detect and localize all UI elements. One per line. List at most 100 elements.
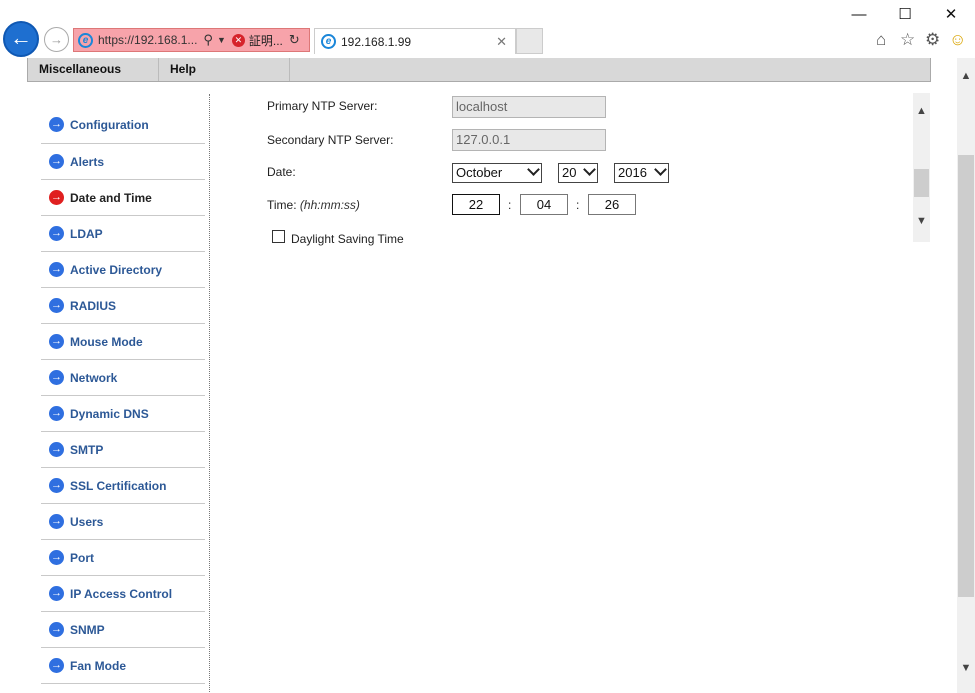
year-value: 2016 (618, 165, 647, 180)
sidebar-item-label: SNMP (70, 622, 105, 637)
arrow-right-icon: → (49, 406, 64, 421)
sidebar-divider (209, 94, 210, 693)
favorites-star-icon[interactable]: ☆ (900, 30, 915, 50)
sidebar-item-port[interactable]: → Port (41, 540, 205, 576)
settings-gear-icon[interactable]: ⚙ (925, 30, 940, 50)
search-icon[interactable]: ⚲ (203, 32, 213, 48)
chevron-down-icon (583, 163, 596, 176)
month-value: October (456, 165, 503, 180)
page-scroll-down-icon[interactable]: ▼ (959, 662, 973, 674)
time-format-hint: (hh:mm:ss) (299, 198, 360, 212)
sidebar-item-active-directory[interactable]: → Active Directory (41, 252, 205, 288)
tab-close-icon[interactable]: ✕ (496, 34, 507, 50)
primary-ntp-field[interactable]: localhost (452, 96, 606, 118)
tab-title: 192.168.1.99 (341, 34, 412, 49)
maximize-button[interactable]: ☐ (882, 4, 928, 26)
sidebar-item-dynamic-dns[interactable]: → Dynamic DNS (41, 396, 205, 432)
sidebar-item-fan-mode[interactable]: → Fan Mode (41, 648, 205, 684)
refresh-icon[interactable]: ↻ (289, 32, 300, 48)
sidebar-item-label: Fan Mode (70, 658, 126, 673)
arrow-right-icon: → (49, 262, 64, 277)
close-window-button[interactable]: ✕ (928, 4, 974, 26)
page-scroll-up-icon[interactable]: ▲ (959, 70, 973, 82)
ie-tab-icon: e (321, 34, 336, 49)
secondary-ntp-field[interactable]: 127.0.0.1 (452, 129, 606, 151)
sidebar-item-label: Port (70, 550, 94, 565)
sidebar-item-mouse-mode[interactable]: → Mouse Mode (41, 324, 205, 360)
second-input[interactable]: 26 (588, 194, 636, 215)
forward-button[interactable]: → (44, 27, 69, 52)
dst-label[interactable]: Daylight Saving Time (291, 232, 404, 246)
time-label: Time: (267, 198, 297, 212)
sidebar-item-label: RADIUS (70, 298, 117, 313)
content-scrollbar[interactable]: ▲ ▼ (913, 93, 930, 242)
smiley-feedback-icon[interactable]: ☺ (949, 30, 966, 50)
forward-arrow-icon: → (50, 32, 63, 47)
sidebar-item-network[interactable]: → Network (41, 360, 205, 396)
certificate-error-icon[interactable]: ✕ (231, 33, 245, 47)
sidebar-item-ldap[interactable]: → LDAP (41, 216, 205, 252)
sidebar-item-label: IP Access Control (70, 586, 173, 601)
primary-ntp-label: Primary NTP Server: (267, 99, 378, 113)
arrow-right-icon: → (49, 550, 64, 565)
sidebar-item-configuration[interactable]: → Configuration (41, 102, 205, 144)
dst-checkbox[interactable] (272, 230, 285, 243)
sidebar-item-ip-access-control[interactable]: → IP Access Control (41, 576, 205, 612)
scroll-up-icon[interactable]: ▲ (915, 105, 928, 117)
sidebar-item-label: Date and Time (70, 190, 152, 205)
page-viewport: Miscellaneous Help → Configuration → Alerts… (0, 58, 957, 693)
arrow-right-icon: → (49, 586, 64, 601)
sidebar-item-smtp[interactable]: → SMTP (41, 432, 205, 468)
arrow-right-icon: → (49, 622, 64, 637)
arrow-right-icon: → (49, 298, 64, 313)
minute-input[interactable]: 04 (520, 194, 568, 215)
menu-miscellaneous[interactable]: Miscellaneous (28, 58, 159, 81)
settings-sidebar: → Configuration → Alerts → Date and Time → LDAP… (41, 102, 205, 684)
sidebar-item-label: SMTP (70, 442, 104, 457)
arrow-right-icon: → (49, 370, 64, 385)
arrow-right-icon: → (49, 478, 64, 493)
new-tab-button[interactable] (516, 28, 543, 54)
sidebar-item-label: Users (70, 514, 104, 529)
arrow-right-icon: → (49, 442, 64, 457)
sidebar-item-users[interactable]: → Users (41, 504, 205, 540)
minimize-button[interactable]: — (836, 4, 882, 26)
sidebar-item-label: Configuration (70, 117, 149, 132)
sidebar-item-label: Dynamic DNS (70, 406, 149, 421)
arrow-right-icon: → (49, 154, 64, 169)
sidebar-item-label: Active Directory (70, 262, 163, 277)
content-scrollbar-thumb[interactable] (914, 169, 929, 197)
dropdown-icon[interactable]: ▼ (217, 35, 226, 45)
sidebar-item-radius[interactable]: → RADIUS (41, 288, 205, 324)
chevron-down-icon (654, 163, 667, 176)
time-label-row: Time: (hh:mm:ss) (267, 198, 360, 212)
time-colon-2: : (576, 198, 580, 212)
page-scrollbar-thumb[interactable] (958, 155, 974, 597)
home-icon[interactable]: ⌂ (876, 30, 886, 50)
arrow-right-icon: → (49, 334, 64, 349)
menu-help[interactable]: Help (159, 58, 290, 81)
sidebar-item-ssl-certification[interactable]: → SSL Certification (41, 468, 205, 504)
arrow-right-icon: → (49, 117, 64, 132)
scroll-down-icon[interactable]: ▼ (915, 215, 928, 227)
browser-tab[interactable]: e 192.168.1.99 ✕ (314, 28, 516, 54)
sidebar-item-snmp[interactable]: → SNMP (41, 612, 205, 648)
month-select[interactable]: October (452, 163, 542, 183)
back-button[interactable]: ← (3, 21, 39, 57)
certificate-error-label[interactable]: 証明... (249, 32, 283, 49)
page-scrollbar[interactable]: ▲ ▼ (957, 58, 975, 693)
year-select[interactable]: 2016 (614, 163, 669, 183)
top-menu-bar: Miscellaneous Help (27, 58, 931, 82)
address-url[interactable]: https://192.168.1... (98, 33, 197, 47)
hour-input[interactable]: 22 (452, 194, 500, 215)
sidebar-item-label: Network (70, 370, 118, 385)
sidebar-item-alerts[interactable]: → Alerts (41, 144, 205, 180)
chevron-down-icon (527, 163, 540, 176)
sidebar-item-label: Mouse Mode (70, 334, 143, 349)
sidebar-item-date-and-time[interactable]: → Date and Time (41, 180, 205, 216)
address-bar[interactable]: e https://192.168.1... ⚲ ▼ ✕ 証明... ↻ (73, 28, 310, 52)
day-select[interactable]: 20 (558, 163, 598, 183)
sidebar-item-label: Alerts (70, 154, 105, 169)
time-colon-1: : (508, 198, 512, 212)
sidebar-item-label: LDAP (70, 226, 103, 241)
